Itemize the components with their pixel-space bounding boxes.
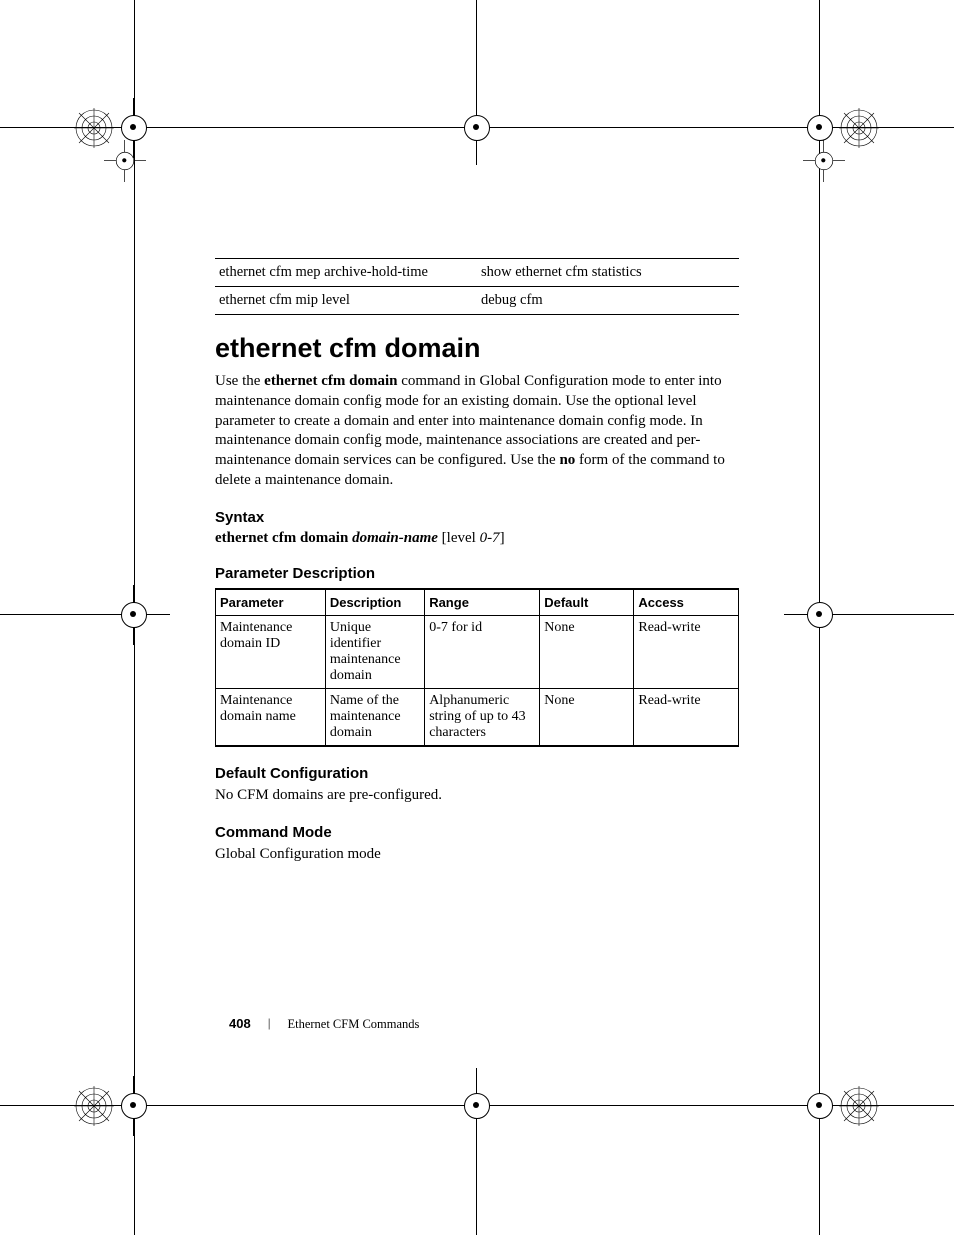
col-default: Default <box>540 589 634 616</box>
col-parameter: Parameter <box>216 589 326 616</box>
registration-mark-icon <box>104 140 146 182</box>
table-row: ethernet cfm mep archive-hold-time show … <box>215 259 739 287</box>
col-range: Range <box>425 589 540 616</box>
text: Use the <box>215 373 264 389</box>
cell-range: Alphanumeric string of up to 43 characte… <box>425 688 540 746</box>
syntax-text: [level <box>438 530 480 546</box>
page-footer: 408 | Ethernet CFM Commands <box>229 1016 419 1032</box>
cell-description: Name of the maintenance domain <box>325 688 424 746</box>
related-command: ethernet cfm mep archive-hold-time <box>215 259 477 287</box>
cell-parameter: Maintenance domain ID <box>216 615 326 688</box>
cell-default: None <box>540 615 634 688</box>
syntax-text: ] <box>500 530 505 546</box>
section-title: Ethernet CFM Commands <box>287 1017 419 1031</box>
registration-mark-icon <box>790 1076 850 1136</box>
parameter-table: Parameter Description Range Default Acce… <box>215 588 739 747</box>
footer-separator: | <box>268 1016 271 1030</box>
parameter-description-heading: Parameter Description <box>215 565 739 582</box>
registration-mark-icon <box>447 98 507 158</box>
registration-mark-icon <box>803 140 845 182</box>
intro-paragraph: Use the ethernet cfm domain command in G… <box>215 372 739 491</box>
command-mode-heading: Command Mode <box>215 824 739 841</box>
no-keyword: no <box>559 452 575 468</box>
command-heading: ethernet cfm domain <box>215 333 739 364</box>
page-content: ethernet cfm mep archive-hold-time show … <box>215 258 739 878</box>
syntax-line: ethernet cfm domain domain-name [level 0… <box>215 530 739 547</box>
related-commands-table: ethernet cfm mep archive-hold-time show … <box>215 258 739 315</box>
table-row: ethernet cfm mip level debug cfm <box>215 287 739 315</box>
table-header-row: Parameter Description Range Default Acce… <box>216 589 739 616</box>
registration-mark-icon <box>104 1076 164 1136</box>
cell-access: Read-write <box>634 615 739 688</box>
cell-access: Read-write <box>634 688 739 746</box>
command-mode-body: Global Configuration mode <box>215 845 739 865</box>
cell-default: None <box>540 688 634 746</box>
table-row: Maintenance domain ID Unique identifier … <box>216 615 739 688</box>
syntax-range: 0-7 <box>480 530 500 546</box>
registration-mark-icon <box>104 585 164 645</box>
related-command: ethernet cfm mip level <box>215 287 477 315</box>
related-command: show ethernet cfm statistics <box>477 259 739 287</box>
cell-parameter: Maintenance domain name <box>216 688 326 746</box>
table-row: Maintenance domain name Name of the main… <box>216 688 739 746</box>
default-configuration-body: No CFM domains are pre-configured. <box>215 786 739 806</box>
syntax-argument: domain-name <box>352 530 438 546</box>
related-command: debug cfm <box>477 287 739 315</box>
cell-description: Unique identifier maintenance domain <box>325 615 424 688</box>
registration-mark-icon <box>447 1076 507 1136</box>
syntax-heading: Syntax <box>215 509 739 526</box>
registration-mark-icon <box>790 585 850 645</box>
syntax-command: ethernet cfm domain <box>215 530 352 546</box>
default-configuration-heading: Default Configuration <box>215 765 739 782</box>
cell-range: 0-7 for id <box>425 615 540 688</box>
command-name: ethernet cfm domain <box>264 373 397 389</box>
col-description: Description <box>325 589 424 616</box>
col-access: Access <box>634 589 739 616</box>
page-number: 408 <box>229 1016 251 1031</box>
